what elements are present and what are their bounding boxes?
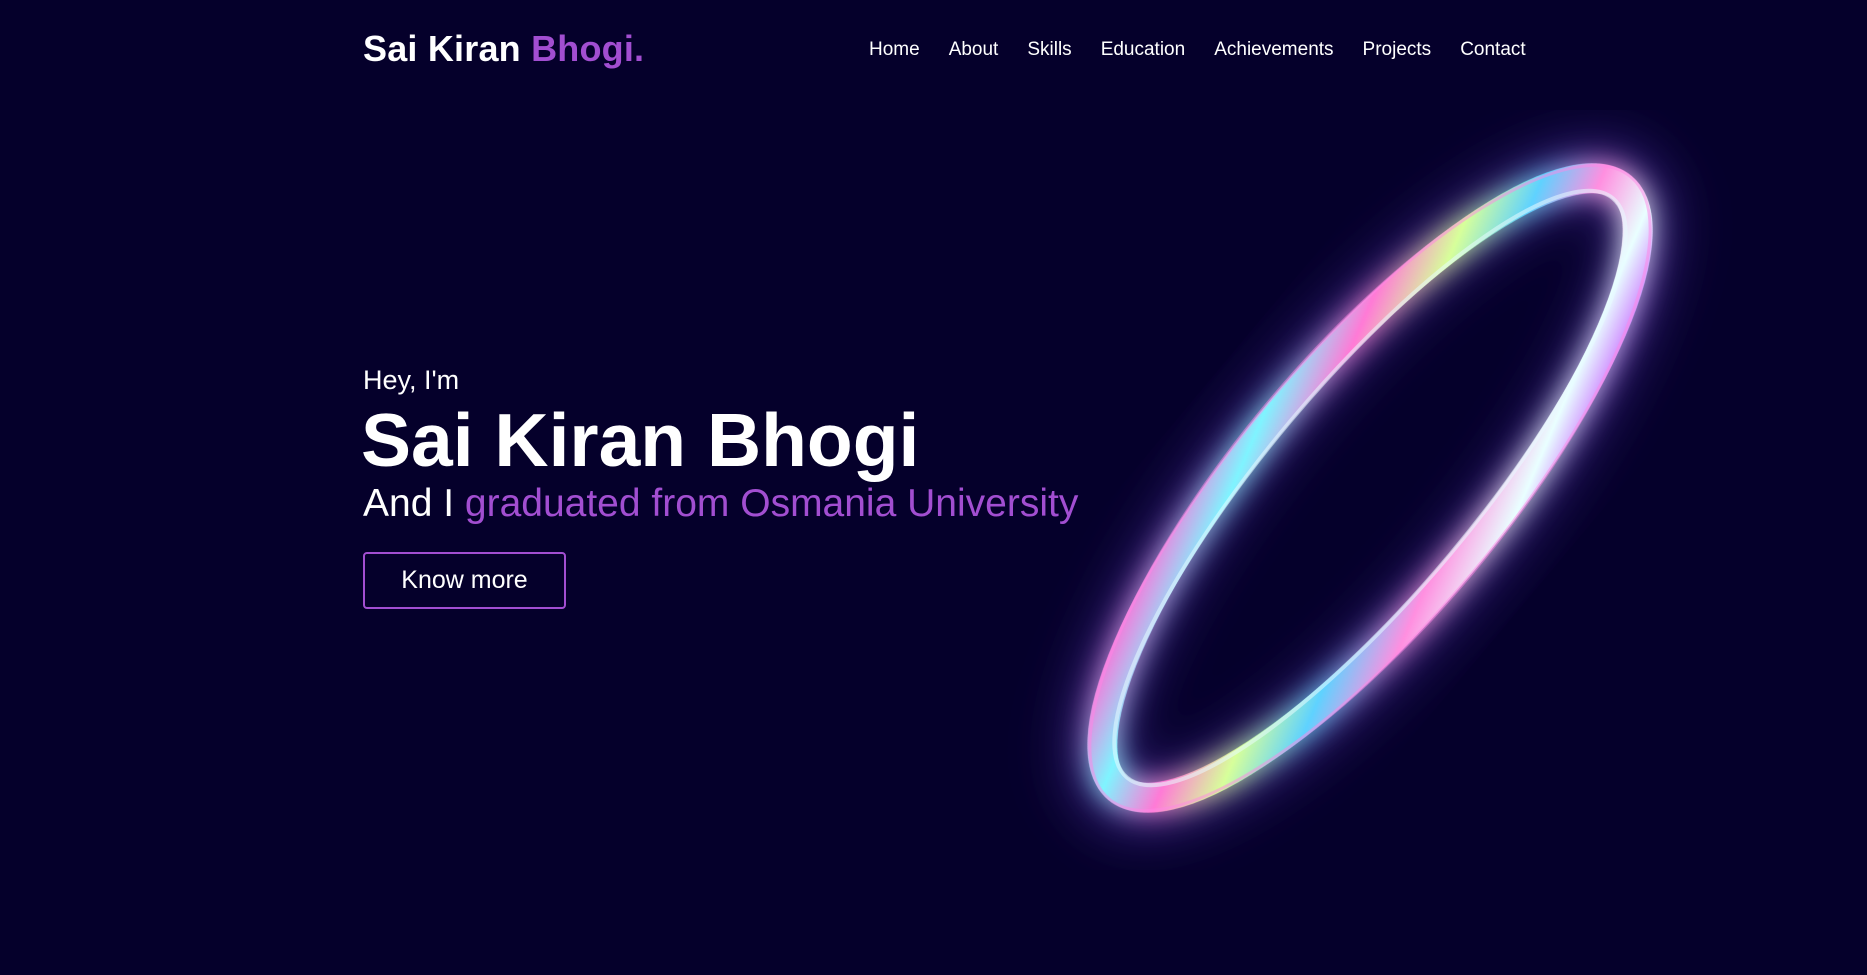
tagline-prefix: And I — [363, 482, 465, 525]
know-more-button[interactable]: Know more — [363, 552, 566, 609]
site-logo[interactable]: Sai Kiran Bhogi. — [363, 28, 644, 70]
tagline-highlight: graduated from Osmania University — [464, 482, 1079, 525]
portfolio-page: Sai Kiran Bhogi. Home About Skills Educa… — [0, 0, 1867, 975]
nav-projects[interactable]: Projects — [1363, 39, 1432, 61]
nav-achievements[interactable]: Achievements — [1214, 39, 1333, 61]
nav-home[interactable]: Home — [869, 39, 920, 61]
main-nav: Home About Skills Education Achievements… — [869, 39, 1526, 61]
nav-education[interactable]: Education — [1101, 39, 1186, 61]
nav-skills[interactable]: Skills — [1027, 39, 1071, 61]
site-header: Sai Kiran Bhogi. Home About Skills Educa… — [0, 0, 1867, 100]
nav-about[interactable]: About — [949, 39, 999, 61]
logo-first-name: Sai Kiran — [363, 28, 532, 69]
iridescent-ring-icon — [990, 110, 1750, 870]
logo-last-name: Bhogi. — [531, 28, 645, 69]
nav-contact[interactable]: Contact — [1460, 39, 1525, 61]
